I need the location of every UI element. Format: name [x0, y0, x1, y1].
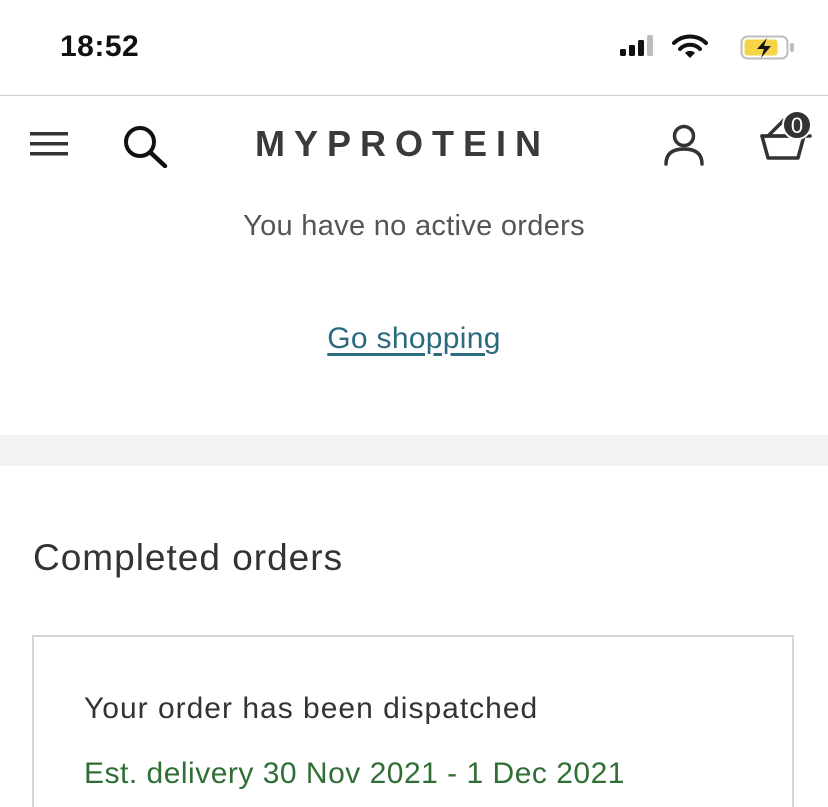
section-divider	[0, 435, 828, 466]
site-header: MYPROTEIN 0	[0, 96, 828, 196]
completed-orders-title: Completed orders	[33, 537, 344, 578]
go-shopping-link-text[interactable]: Go shopping	[327, 322, 500, 355]
account-icon[interactable]	[662, 124, 706, 166]
battery-charging-icon	[740, 35, 794, 60]
menu-icon[interactable]	[30, 130, 68, 158]
no-active-orders-message: You have no active orders	[243, 210, 585, 242]
wifi-icon	[672, 34, 708, 58]
basket-count-badge[interactable]: 0	[782, 110, 812, 140]
order-status: Your order has been dispatched	[84, 692, 539, 725]
signal-icon	[620, 35, 653, 56]
order-estimated-delivery: Est. delivery 30 Nov 2021 - 1 Dec 2021	[84, 757, 625, 790]
status-bar: 18:52	[0, 0, 828, 96]
order-history-screen: 18:52 MYPROTEIN 0 You have no active ord…	[0, 0, 828, 807]
search-icon[interactable]	[122, 124, 170, 168]
order-card[interactable]: Your order has been dispatched Est. deli…	[32, 635, 794, 807]
myprotein-logo[interactable]: MYPROTEIN	[255, 122, 550, 166]
go-shopping-link: Go shopping	[0, 322, 828, 356]
status-time: 18:52	[60, 30, 140, 63]
